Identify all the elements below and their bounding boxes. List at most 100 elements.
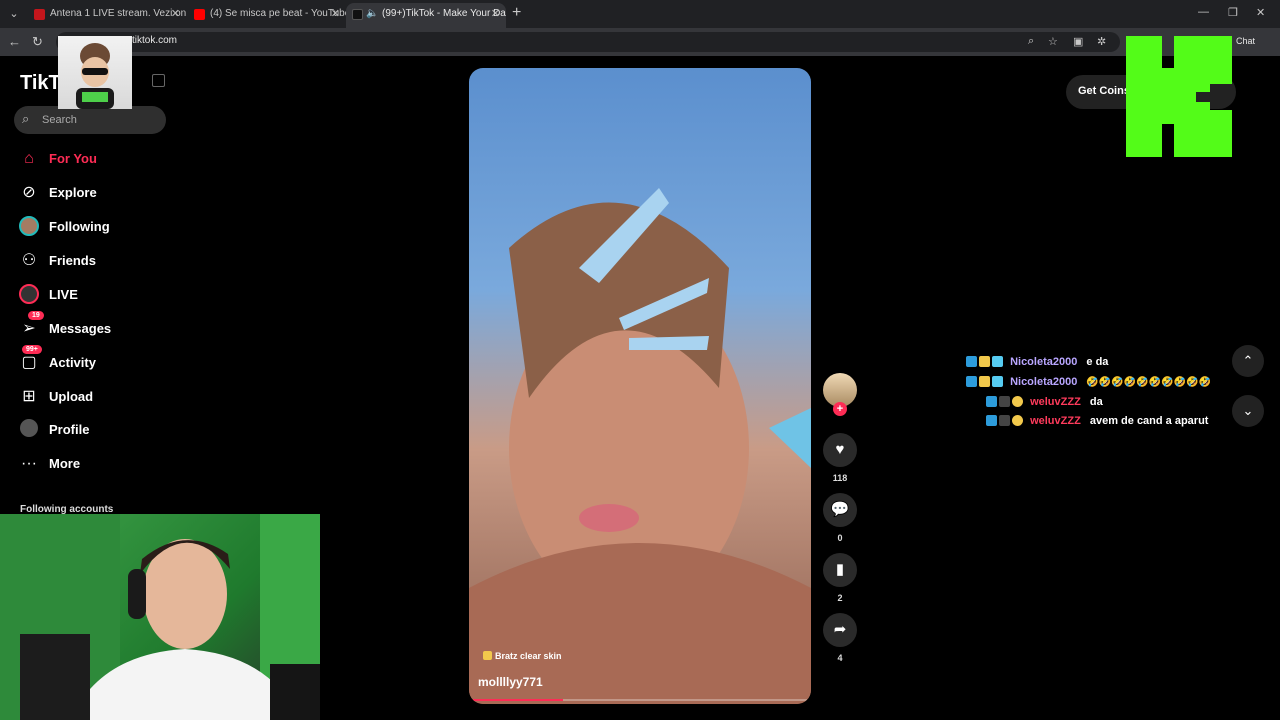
video-actions: + ♥ 118 💬 0 ▮ 2 ➦ 4 (821, 373, 859, 703)
follow-plus-icon[interactable]: + (833, 402, 847, 416)
browser-toolbar: ← ↻ tiktok.com ⌕ ☆ ▣ ✲ Chat (0, 28, 1280, 56)
chevron-down-icon: ⌄ (1242, 403, 1254, 418)
compass-icon: ⊘ (22, 184, 36, 201)
messages-icon: ➢ (22, 320, 36, 337)
tab-title: (4) Se misca pe beat - YouTube (210, 8, 346, 19)
share-button[interactable]: ➦ (823, 613, 857, 647)
activity-icon: ▢ (21, 354, 37, 371)
chat-text: avem de cand a aparut (1089, 415, 1209, 427)
video-tag-text: Bratz clear skin (495, 651, 562, 661)
more-icon: ··· (21, 455, 37, 472)
save-count: 2 (837, 593, 843, 603)
messages-badge: 19 (28, 311, 44, 320)
tag-icon (483, 651, 492, 660)
antena-favicon-icon (34, 9, 45, 20)
video-author[interactable]: mollllyy771 (478, 675, 543, 689)
video-frame-image (469, 188, 811, 704)
tab-search-icon[interactable]: ⌄ (4, 4, 24, 24)
sidebar-item-label: Following (49, 219, 110, 234)
chat-badges (966, 376, 1005, 390)
chat-username[interactable]: weluvZZZ (1030, 396, 1081, 408)
new-tab-icon[interactable]: + (512, 4, 521, 22)
collapse-sidebar-icon[interactable] (152, 74, 165, 87)
like-count: 118 (832, 473, 848, 483)
chat-username[interactable]: Nicoleta2000 (1010, 376, 1077, 388)
sidebar-item-explore[interactable]: ⊘ Explore (16, 178, 176, 208)
chat-badges (966, 356, 1005, 370)
following-avatar-icon (18, 216, 40, 238)
reload-icon[interactable]: ↻ (32, 34, 43, 50)
tab-close-icon[interactable]: ✕ (171, 3, 180, 25)
streamer-person-icon (0, 514, 320, 720)
chat-message: weluvZZZ avem de cand a aparut (986, 415, 1208, 433)
maximize-icon[interactable]: ❐ (1228, 6, 1238, 19)
chat-text: e da (1086, 356, 1109, 368)
tab-close-icon[interactable]: ✕ (331, 3, 340, 25)
sidebar-item-activity[interactable]: ▢ 99+ Activity (16, 345, 176, 378)
sidebar-item-label: Explore (49, 185, 97, 200)
video-progress-fill (473, 699, 564, 701)
sidebar-item-label: Profile (49, 422, 90, 437)
speaker-icon[interactable]: 🔈 (366, 3, 378, 25)
sidebar-item-for-you[interactable]: ⌂ For You (16, 144, 176, 174)
puzzle-icon[interactable]: ✲ (1097, 35, 1106, 48)
chat-button[interactable]: Chat (1236, 36, 1255, 46)
back-icon[interactable]: ← (8, 34, 21, 49)
chat-username[interactable]: Nicoleta2000 (1010, 356, 1077, 368)
sidebar-item-messages[interactable]: ➢ 19 Messages (16, 311, 176, 344)
sidebar-item-upload[interactable]: ⊞ Upload (16, 382, 176, 412)
profile-icon (18, 419, 40, 441)
minimize-icon[interactable]: — (1198, 6, 1209, 18)
heart-icon: ♥ (835, 441, 845, 458)
sidebar-item-more[interactable]: ··· More (16, 449, 176, 479)
browser-tab-youtube[interactable]: (4) Se misca pe beat - YouTube ✕ (188, 3, 346, 28)
sidebar-item-live[interactable]: LIVE (16, 280, 176, 310)
avatar-character-icon (76, 43, 114, 109)
browser-tab-antena[interactable]: Antena 1 LIVE stream. Vezi online ✕ (28, 3, 186, 28)
chat-message: Nicoleta2000 🤣🤣🤣🤣🤣🤣🤣🤣🤣🤣 (966, 376, 1211, 394)
like-button[interactable]: ♥ (823, 433, 857, 467)
save-button[interactable]: ▮ (823, 553, 857, 587)
sidebar-item-label: More (49, 456, 81, 471)
tiktok-favicon-icon (352, 9, 363, 20)
tab-close-icon[interactable]: ✕ (491, 3, 500, 25)
comment-icon: 💬 (830, 501, 850, 518)
chat-message: weluvZZZ da (986, 396, 1103, 414)
chat-text: 🤣🤣🤣🤣🤣🤣🤣🤣🤣🤣 (1086, 377, 1211, 388)
sidebar-item-profile[interactable]: Profile (16, 415, 176, 445)
chat-username[interactable]: weluvZZZ (1030, 415, 1081, 427)
next-video-button[interactable]: ⌄ (1232, 395, 1264, 427)
live-icon (18, 284, 40, 306)
search-input[interactable] (42, 111, 160, 129)
extension-icon[interactable]: ▣ (1073, 35, 1083, 48)
youtube-favicon-icon (194, 9, 205, 20)
browser-tab-tiktok[interactable]: 🔈 (99+)TikTok - Make Your Day ✕ (346, 3, 506, 28)
sidebar-item-label: For You (49, 151, 97, 166)
window-close-icon[interactable]: ✕ (1256, 6, 1265, 19)
video-player[interactable]: Bratz clear skin mollllyy771 (469, 68, 811, 704)
home-icon: ⌂ (24, 150, 34, 167)
search-box[interactable]: ⌕ (14, 106, 166, 134)
bookmark-star-icon[interactable]: ☆ (1048, 35, 1058, 48)
previous-video-button[interactable]: ⌃ (1232, 345, 1264, 377)
upload-icon: ⊞ (22, 388, 36, 405)
chat-message: Nicoleta2000 e da (966, 356, 1108, 374)
sidebar-item-friends[interactable]: ⚇ Friends (16, 246, 176, 276)
browser-tab-bar: ⌄ Antena 1 LIVE stream. Vezi online ✕ (4… (0, 0, 1280, 28)
tab-title: (99+)TikTok - Make Your Day (382, 8, 506, 19)
activity-badge: 99+ (22, 345, 42, 354)
webcam-overlay (0, 514, 320, 720)
video-progress-bar[interactable] (473, 699, 807, 701)
sidebar-item-following[interactable]: Following (16, 212, 176, 242)
chevron-up-icon: ⌃ (1242, 353, 1254, 368)
zoom-icon[interactable]: ⌕ (1028, 35, 1034, 48)
chat-text: da (1089, 396, 1103, 408)
get-coins-label: Get Coins (1078, 85, 1130, 97)
sidebar-item-label: Activity (49, 355, 96, 370)
comment-button[interactable]: 💬 (823, 493, 857, 527)
sidebar-item-label: Upload (49, 389, 94, 404)
chat-badges (986, 415, 1025, 429)
video-tag[interactable]: Bratz clear skin (483, 651, 562, 661)
address-bar[interactable]: tiktok.com (56, 32, 1120, 52)
tab-title: Antena 1 LIVE stream. Vezi online (50, 8, 186, 19)
